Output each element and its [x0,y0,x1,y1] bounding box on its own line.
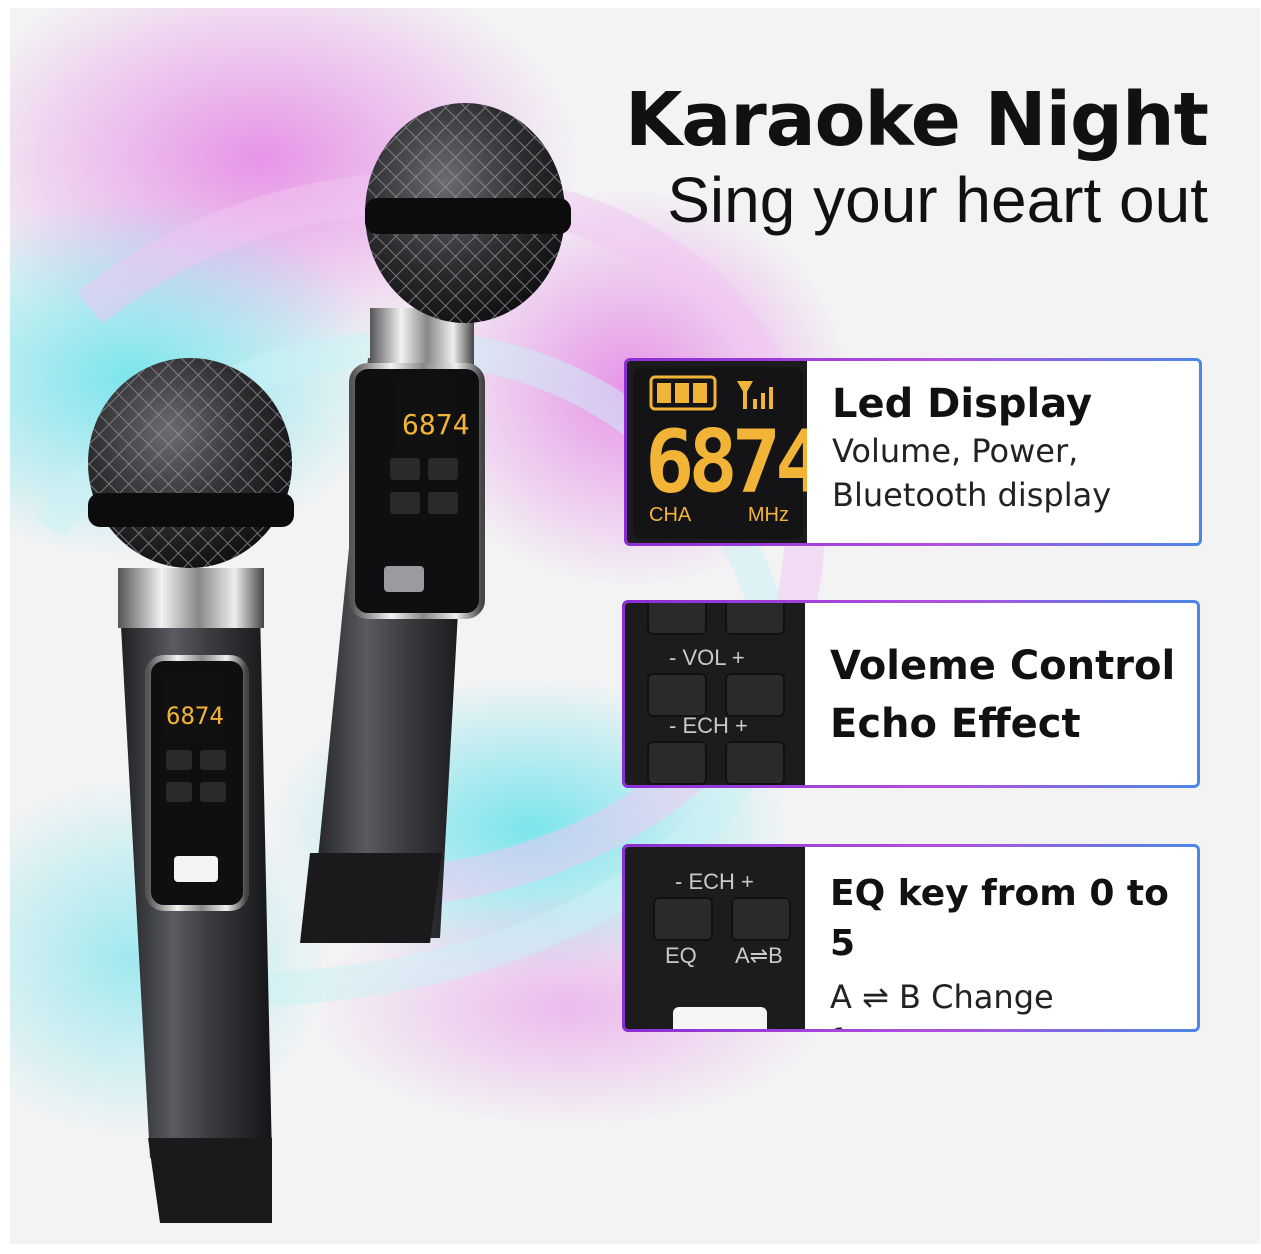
lcd-digits: 6874 [645,412,807,513]
key [647,741,707,785]
feature-card-led-display: 6874 CHA MHz Led Display Volume, Power, … [624,358,1202,546]
key [725,741,785,785]
key [647,673,707,717]
ab-label: A⇌B [735,943,783,968]
headline: Karaoke Night Sing your heart out [624,76,1209,236]
card-title-line-1: Voleme Control [830,643,1176,689]
card-title-line-2: Echo Effect [830,701,1081,747]
headline-subtitle: Sing your heart out [667,164,1208,236]
volume-keys-closeup: - VOL + - ECH + [625,603,805,785]
feature-card-eq-key: - ECH + EQ A⇌B EQ key from 0 to 5 A ⇌ B … [622,844,1200,1032]
card-body-line-2: Bluetooth display [832,476,1112,514]
vol-label: - VOL + [669,645,745,670]
back-lcd-digits: 6874 [402,408,469,441]
card-title: EQ key from 0 to 5 [830,873,1169,964]
key [725,603,785,635]
eq-keys-closeup: - ECH + EQ A⇌B [625,847,805,1029]
key [731,897,791,941]
feature-card-volume-echo: - VOL + - ECH + Voleme Control Echo Effe… [622,600,1200,788]
lcd-closeup: 6874 CHA MHz [627,361,807,543]
key [647,603,707,635]
card-body-line-1: A ⇌ B Change [830,978,1054,1016]
key [725,673,785,717]
card-body-line-2: frequency range [830,1019,1187,1029]
eq-label: EQ [665,943,697,968]
card-body-line-1: Volume, Power, [832,432,1079,470]
ech-label: - ECH + [675,869,754,894]
lcd-label-cha: CHA [649,504,692,526]
power-key [673,1007,767,1029]
headline-title: Karaoke Night [624,77,1209,163]
ech-label: - ECH + [669,713,748,738]
key [653,897,713,941]
lcd-label-mhz: MHz [747,504,789,526]
card-title: Led Display [832,381,1093,427]
front-lcd-digits: 6874 [166,702,224,730]
product-image: 6874 6874 Karaoke Night Sing your heart … [10,8,1260,1244]
